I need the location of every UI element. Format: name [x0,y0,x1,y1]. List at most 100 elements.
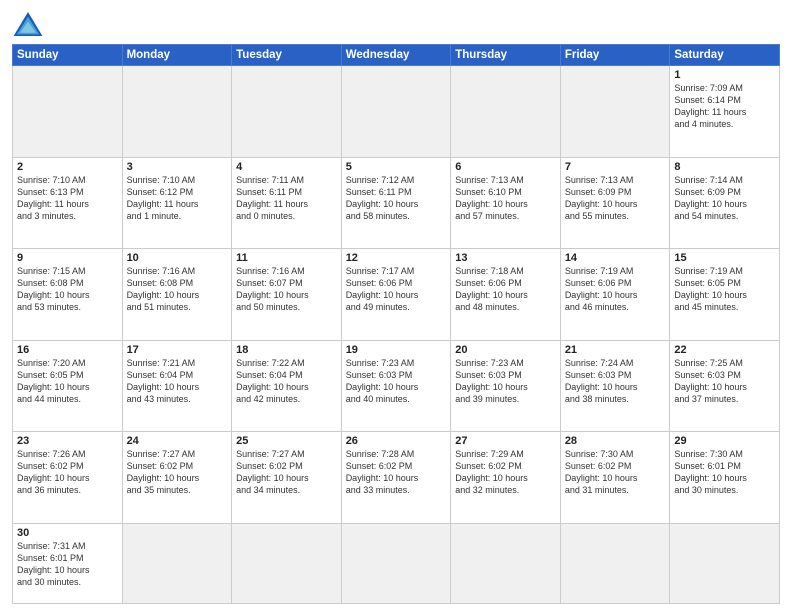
day-number: 30 [17,527,118,539]
day-info: Sunrise: 7:30 AM Sunset: 6:02 PM Dayligh… [565,448,666,497]
day-info: Sunrise: 7:23 AM Sunset: 6:03 PM Dayligh… [346,357,447,406]
day-number: 5 [346,161,447,173]
calendar-cell [451,523,561,604]
day-number: 13 [455,252,556,264]
weekday-header: Saturday [670,45,780,66]
day-info: Sunrise: 7:20 AM Sunset: 6:05 PM Dayligh… [17,357,118,406]
weekday-header: Wednesday [341,45,451,66]
calendar-cell [451,66,561,158]
day-number: 28 [565,435,666,447]
calendar-cell: 1Sunrise: 7:09 AM Sunset: 6:14 PM Daylig… [670,66,780,158]
day-info: Sunrise: 7:14 AM Sunset: 6:09 PM Dayligh… [674,174,775,223]
calendar-table: SundayMondayTuesdayWednesdayThursdayFrid… [12,44,780,604]
day-number: 21 [565,344,666,356]
day-number: 7 [565,161,666,173]
day-number: 27 [455,435,556,447]
day-info: Sunrise: 7:13 AM Sunset: 6:10 PM Dayligh… [455,174,556,223]
calendar-cell: 27Sunrise: 7:29 AM Sunset: 6:02 PM Dayli… [451,432,561,524]
day-number: 12 [346,252,447,264]
day-info: Sunrise: 7:11 AM Sunset: 6:11 PM Dayligh… [236,174,337,223]
calendar-cell: 9Sunrise: 7:15 AM Sunset: 6:08 PM Daylig… [13,249,123,341]
calendar-cell: 25Sunrise: 7:27 AM Sunset: 6:02 PM Dayli… [232,432,342,524]
calendar-header: SundayMondayTuesdayWednesdayThursdayFrid… [13,45,780,66]
header [12,10,780,38]
day-info: Sunrise: 7:16 AM Sunset: 6:08 PM Dayligh… [127,265,228,314]
day-number: 23 [17,435,118,447]
calendar-cell: 6Sunrise: 7:13 AM Sunset: 6:10 PM Daylig… [451,157,561,249]
day-number: 16 [17,344,118,356]
day-number: 11 [236,252,337,264]
day-info: Sunrise: 7:21 AM Sunset: 6:04 PM Dayligh… [127,357,228,406]
calendar-cell: 13Sunrise: 7:18 AM Sunset: 6:06 PM Dayli… [451,249,561,341]
calendar-cell: 19Sunrise: 7:23 AM Sunset: 6:03 PM Dayli… [341,340,451,432]
calendar-cell [341,523,451,604]
calendar-cell: 22Sunrise: 7:25 AM Sunset: 6:03 PM Dayli… [670,340,780,432]
calendar-cell [232,66,342,158]
calendar-cell: 3Sunrise: 7:10 AM Sunset: 6:12 PM Daylig… [122,157,232,249]
calendar-week-row: 16Sunrise: 7:20 AM Sunset: 6:05 PM Dayli… [13,340,780,432]
calendar-week-row: 23Sunrise: 7:26 AM Sunset: 6:02 PM Dayli… [13,432,780,524]
day-number: 15 [674,252,775,264]
logo-icon [12,10,44,38]
calendar-cell [122,523,232,604]
calendar-cell: 2Sunrise: 7:10 AM Sunset: 6:13 PM Daylig… [13,157,123,249]
day-info: Sunrise: 7:26 AM Sunset: 6:02 PM Dayligh… [17,448,118,497]
calendar-cell: 15Sunrise: 7:19 AM Sunset: 6:05 PM Dayli… [670,249,780,341]
day-number: 20 [455,344,556,356]
weekday-header: Thursday [451,45,561,66]
day-number: 24 [127,435,228,447]
calendar-cell: 7Sunrise: 7:13 AM Sunset: 6:09 PM Daylig… [560,157,670,249]
calendar-cell: 11Sunrise: 7:16 AM Sunset: 6:07 PM Dayli… [232,249,342,341]
calendar-cell: 28Sunrise: 7:30 AM Sunset: 6:02 PM Dayli… [560,432,670,524]
calendar-cell [232,523,342,604]
day-number: 8 [674,161,775,173]
day-info: Sunrise: 7:12 AM Sunset: 6:11 PM Dayligh… [346,174,447,223]
calendar-cell: 16Sunrise: 7:20 AM Sunset: 6:05 PM Dayli… [13,340,123,432]
day-info: Sunrise: 7:15 AM Sunset: 6:08 PM Dayligh… [17,265,118,314]
calendar-cell: 17Sunrise: 7:21 AM Sunset: 6:04 PM Dayli… [122,340,232,432]
day-info: Sunrise: 7:16 AM Sunset: 6:07 PM Dayligh… [236,265,337,314]
day-info: Sunrise: 7:28 AM Sunset: 6:02 PM Dayligh… [346,448,447,497]
day-number: 19 [346,344,447,356]
calendar-cell: 12Sunrise: 7:17 AM Sunset: 6:06 PM Dayli… [341,249,451,341]
calendar-cell [122,66,232,158]
calendar-cell [13,66,123,158]
calendar-cell: 21Sunrise: 7:24 AM Sunset: 6:03 PM Dayli… [560,340,670,432]
day-info: Sunrise: 7:19 AM Sunset: 6:05 PM Dayligh… [674,265,775,314]
calendar-cell: 18Sunrise: 7:22 AM Sunset: 6:04 PM Dayli… [232,340,342,432]
calendar-cell: 26Sunrise: 7:28 AM Sunset: 6:02 PM Dayli… [341,432,451,524]
day-info: Sunrise: 7:19 AM Sunset: 6:06 PM Dayligh… [565,265,666,314]
calendar-week-row: 1Sunrise: 7:09 AM Sunset: 6:14 PM Daylig… [13,66,780,158]
day-number: 2 [17,161,118,173]
day-number: 9 [17,252,118,264]
day-info: Sunrise: 7:17 AM Sunset: 6:06 PM Dayligh… [346,265,447,314]
day-info: Sunrise: 7:22 AM Sunset: 6:04 PM Dayligh… [236,357,337,406]
weekday-header: Tuesday [232,45,342,66]
calendar-cell: 30Sunrise: 7:31 AM Sunset: 6:01 PM Dayli… [13,523,123,604]
day-number: 1 [674,69,775,81]
day-number: 10 [127,252,228,264]
calendar-cell: 4Sunrise: 7:11 AM Sunset: 6:11 PM Daylig… [232,157,342,249]
day-info: Sunrise: 7:27 AM Sunset: 6:02 PM Dayligh… [236,448,337,497]
day-number: 29 [674,435,775,447]
calendar-cell [670,523,780,604]
calendar-cell [560,523,670,604]
calendar-cell: 8Sunrise: 7:14 AM Sunset: 6:09 PM Daylig… [670,157,780,249]
calendar-cell: 20Sunrise: 7:23 AM Sunset: 6:03 PM Dayli… [451,340,561,432]
calendar-body: 1Sunrise: 7:09 AM Sunset: 6:14 PM Daylig… [13,66,780,604]
calendar-week-row: 30Sunrise: 7:31 AM Sunset: 6:01 PM Dayli… [13,523,780,604]
page: SundayMondayTuesdayWednesdayThursdayFrid… [0,0,792,612]
day-info: Sunrise: 7:31 AM Sunset: 6:01 PM Dayligh… [17,540,118,589]
logo [12,10,48,38]
calendar-cell: 5Sunrise: 7:12 AM Sunset: 6:11 PM Daylig… [341,157,451,249]
weekday-header: Sunday [13,45,123,66]
day-info: Sunrise: 7:13 AM Sunset: 6:09 PM Dayligh… [565,174,666,223]
calendar-week-row: 9Sunrise: 7:15 AM Sunset: 6:08 PM Daylig… [13,249,780,341]
day-info: Sunrise: 7:29 AM Sunset: 6:02 PM Dayligh… [455,448,556,497]
day-info: Sunrise: 7:18 AM Sunset: 6:06 PM Dayligh… [455,265,556,314]
day-info: Sunrise: 7:10 AM Sunset: 6:12 PM Dayligh… [127,174,228,223]
day-info: Sunrise: 7:09 AM Sunset: 6:14 PM Dayligh… [674,82,775,131]
day-number: 25 [236,435,337,447]
calendar-cell: 14Sunrise: 7:19 AM Sunset: 6:06 PM Dayli… [560,249,670,341]
calendar-cell [560,66,670,158]
